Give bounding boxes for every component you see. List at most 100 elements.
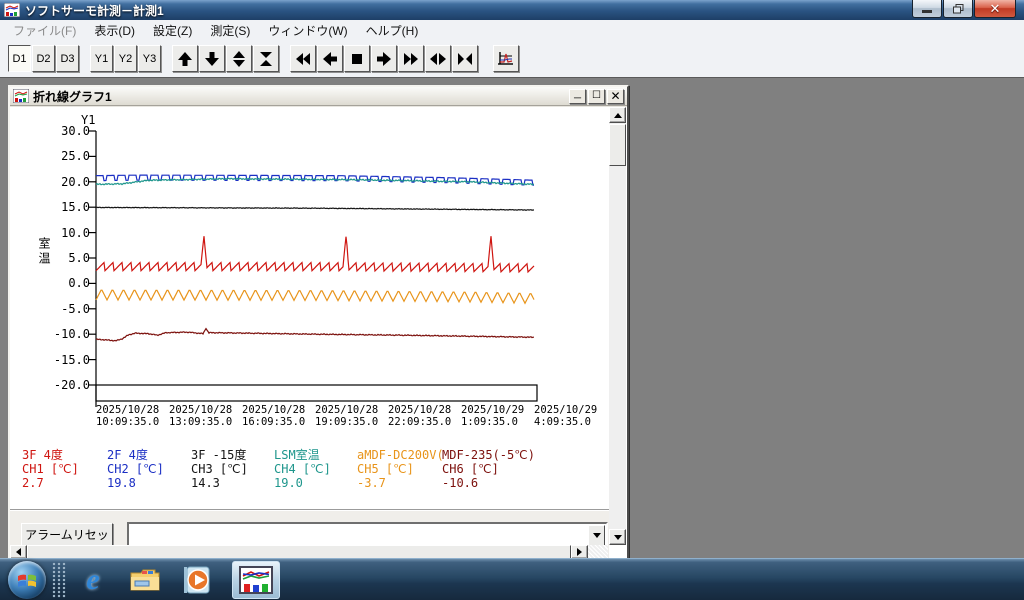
toolbar-button-d2[interactable]: D2: [32, 45, 55, 72]
horizontal-scroll-thumb[interactable]: [27, 545, 571, 559]
arrow-up-button[interactable]: [172, 45, 198, 72]
file-explorer-button[interactable]: [128, 562, 162, 598]
step-right-icon: [377, 51, 391, 66]
restore-button[interactable]: [943, 0, 973, 18]
toolbar-button-y2[interactable]: Y2: [114, 45, 137, 72]
restore-icon: [952, 3, 963, 13]
step-right-button[interactable]: [371, 45, 397, 72]
folder-icon: [130, 569, 160, 590]
menu-bar: ファイル(F) 表示(D) 設定(Z) 測定(S) ウィンドウ(W) ヘルプ(H): [0, 20, 1024, 40]
graph-minimize-button[interactable]: ─: [569, 88, 586, 104]
line-chart: [89, 130, 538, 407]
toolbar-button-y3[interactable]: Y3: [138, 45, 161, 72]
yaxis-buttons: Y1 Y2 Y3: [89, 45, 161, 72]
windows-logo-icon: [18, 574, 36, 587]
taskbar: e ✓ A 般 ✎: [0, 558, 1024, 600]
close-icon: ✕: [610, 89, 621, 103]
toolbar-button-y1[interactable]: Y1: [90, 45, 113, 72]
chart-area: Y1 室温 30.0 25.0 20.0 15.0 10.0 5.0 0.0 -5.0 -10.…: [10, 107, 609, 509]
compress-horizontal-icon: [458, 52, 472, 65]
compress-vertical-button[interactable]: [253, 45, 279, 72]
x-tick-label: 2025/10/28 19:09:35.0: [315, 404, 379, 428]
arrow-up-icon: [178, 51, 192, 66]
compress-horizontal-button[interactable]: [452, 45, 478, 72]
legend-item: 3F 4度 CH1 [℃] 2.7: [22, 448, 79, 490]
chevron-left-icon: [12, 548, 21, 556]
start-button[interactable]: [8, 560, 46, 599]
combo-dropdown-button[interactable]: [588, 525, 605, 546]
skip-left-button[interactable]: [290, 45, 316, 72]
expand-vertical-button[interactable]: [226, 45, 252, 72]
media-player-button[interactable]: [180, 562, 214, 598]
mdi-area: 折れ線グラフ1 ─ ☐ ✕ Y1 室温 30.0 25.0 20.0 15.0 10.0…: [0, 78, 1024, 560]
chevron-down-icon: [592, 533, 601, 542]
graph-window: 折れ線グラフ1 ─ ☐ ✕ Y1 室温 30.0 25.0 20.0 15.0 10.0…: [8, 85, 629, 560]
scroll-right-button[interactable]: [571, 545, 588, 559]
x-tick-label: 2025/10/28 10:09:35.0: [96, 404, 160, 428]
legend-item: 2F 4度 CH2 [℃] 19.8: [107, 448, 164, 490]
arrow-down-button[interactable]: [199, 45, 225, 72]
legend-item: aMDF-DC200V(+7CH5 [℃]-3.7: [357, 448, 442, 490]
expand-vertical-icon: [233, 50, 245, 67]
app-icon: [4, 3, 20, 17]
expand-horizontal-button[interactable]: [425, 45, 451, 72]
x-tick-label: 2025/10/28 22:09:35.0: [388, 404, 452, 428]
graph-client-area: Y1 室温 30.0 25.0 20.0 15.0 10.0 5.0 0.0 -5.0 -10.…: [10, 107, 627, 559]
graph-window-title: 折れ線グラフ1: [33, 89, 112, 104]
series-ch5: [95, 289, 535, 305]
menu-item[interactable]: 表示(D): [85, 20, 144, 41]
x-tick-label: 2025/10/29 1:09:35.0: [461, 404, 525, 428]
maximize-icon: ☐: [592, 90, 601, 101]
skip-left-icon: [296, 52, 310, 65]
arrow-down-icon: [205, 51, 219, 66]
step-left-icon: [323, 51, 337, 66]
series-ch6: [95, 327, 534, 342]
menu-item[interactable]: ファイル(F): [4, 20, 85, 41]
close-button[interactable]: ✕: [974, 0, 1016, 18]
scroll-left-button[interactable]: [10, 545, 27, 559]
screen: { "window": { "title": "ソフトサーモ計測－計測1" },…: [0, 0, 1024, 600]
legend-item: LSM室温 CH4 [℃] 19.0: [274, 448, 331, 490]
minimize-button[interactable]: [912, 0, 942, 18]
graph-maximize-button[interactable]: ☐: [588, 88, 605, 104]
graph-close-button[interactable]: ✕: [607, 88, 624, 104]
stop-button[interactable]: [344, 45, 370, 72]
menu-item[interactable]: ウィンドウ(W): [259, 20, 356, 41]
chevron-right-icon: [577, 548, 586, 556]
menu-item[interactable]: ヘルプ(H): [357, 20, 428, 41]
legend-item: MDF-235(-5℃) CH6 [℃] -10.6: [442, 448, 535, 490]
chevron-up-icon: [613, 109, 622, 118]
close-icon: ✕: [989, 1, 1001, 16]
vertical-scroll-thumb[interactable]: [609, 124, 626, 166]
internet-explorer-icon: e: [86, 562, 100, 596]
graph-window-title-bar[interactable]: 折れ線グラフ1 ─ ☐ ✕: [10, 87, 627, 106]
minimize-icon: [922, 10, 932, 13]
vertical-scrollbar[interactable]: [609, 107, 626, 545]
title-bar: ソフトサーモ計測－計測1 ✕: [0, 0, 1024, 20]
window-title: ソフトサーモ計測－計測1: [25, 3, 164, 18]
internet-explorer-button[interactable]: e: [76, 562, 110, 598]
skip-right-button[interactable]: [398, 45, 424, 72]
step-left-button[interactable]: [317, 45, 343, 72]
toolbar-button-d3[interactable]: D3: [56, 45, 79, 72]
series-ch1: [95, 236, 535, 274]
horizontal-scrollbar[interactable]: [10, 545, 608, 559]
compress-vertical-icon: [260, 51, 272, 66]
legend-item: 3F -15度 CH3 [℃] 14.3: [191, 448, 248, 490]
minimize-icon: ─: [573, 93, 582, 104]
media-player-icon: [184, 566, 210, 593]
series-ch3: [95, 206, 534, 211]
toolbar: D1 D2 D3 Y1 Y2 Y3: [0, 40, 1024, 78]
scroll-down-button[interactable]: [609, 529, 626, 545]
menu-item[interactable]: 設定(Z): [144, 20, 201, 41]
thermo-app-icon: [239, 565, 273, 594]
thermo-app-taskbar-button[interactable]: [232, 560, 280, 599]
chart-settings-button[interactable]: [493, 45, 519, 72]
graph-window-icon: [13, 89, 29, 103]
x-tick-label: 2025/10/29 4:09:35.0: [534, 404, 598, 428]
taskbar-grip[interactable]: [52, 561, 66, 598]
scroll-up-button[interactable]: [609, 107, 626, 123]
toolbar-button-d1[interactable]: D1: [8, 45, 31, 72]
menu-item[interactable]: 測定(S): [201, 20, 259, 41]
x-tick-label: 2025/10/28 16:09:35.0: [242, 404, 306, 428]
